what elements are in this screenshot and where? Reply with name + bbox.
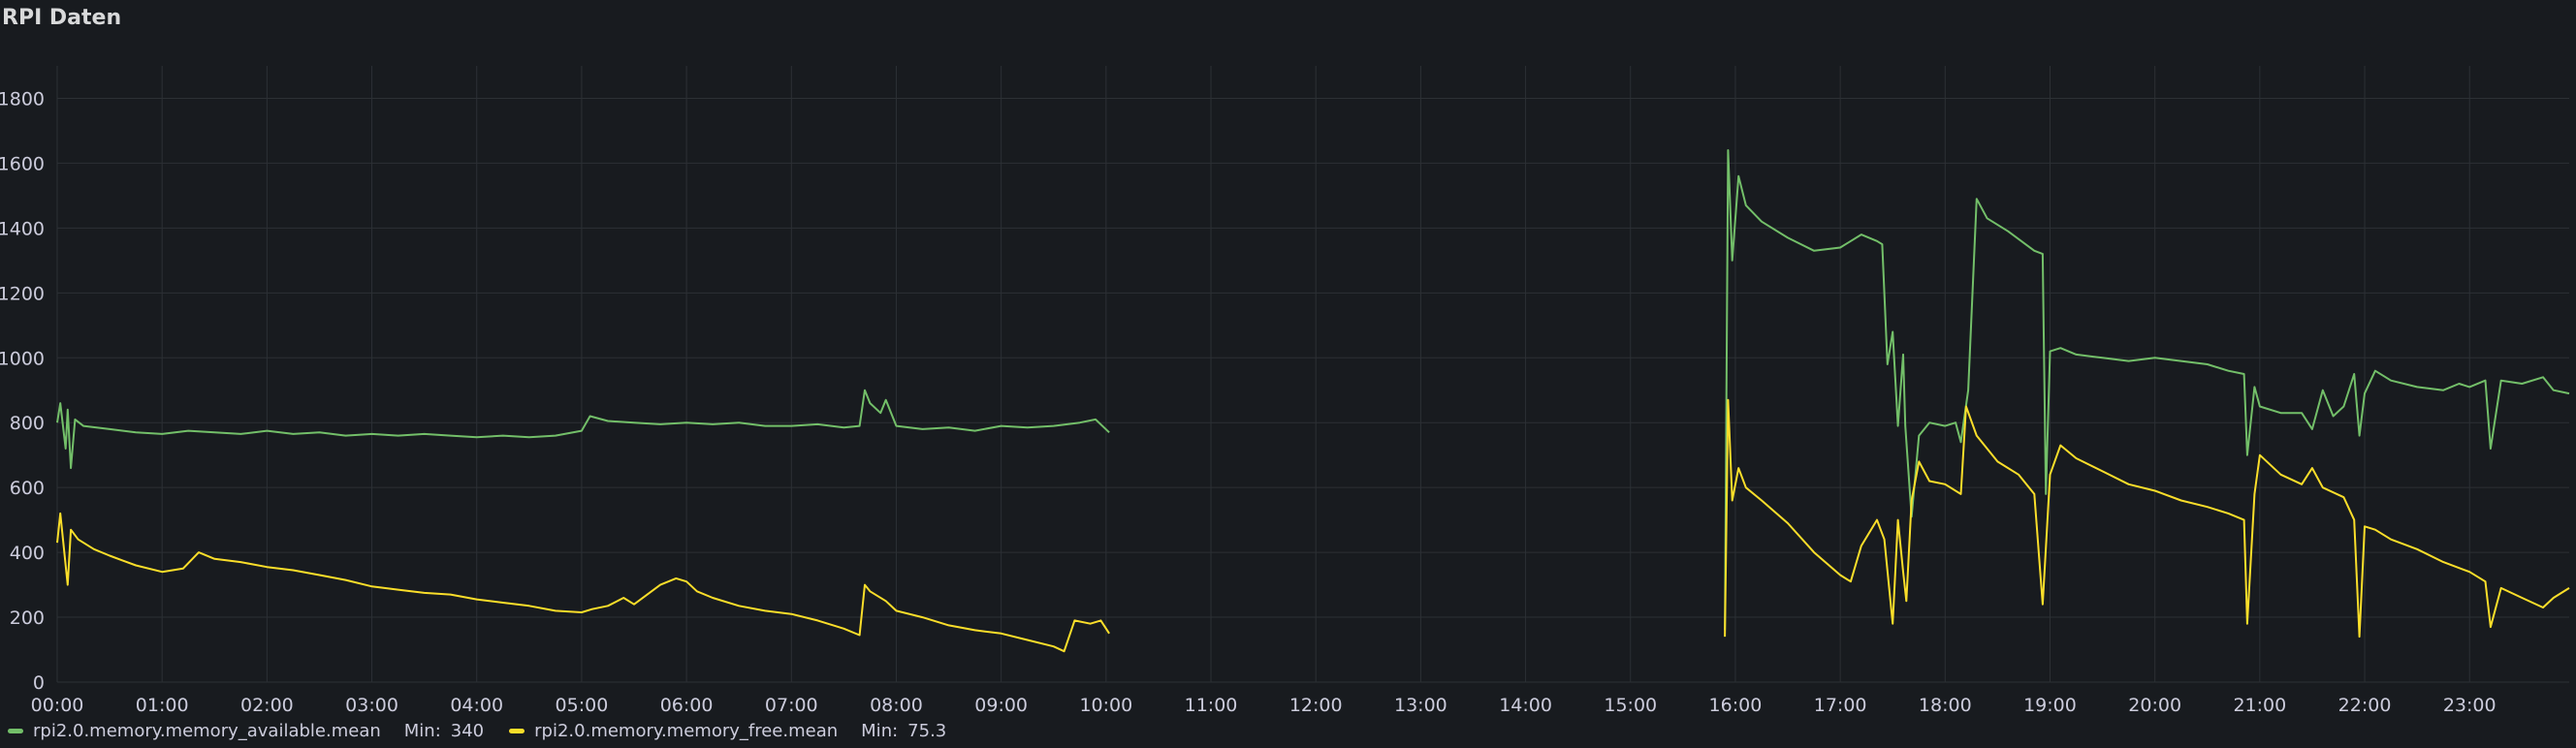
series-memory-available-segment-1[interactable] [1724,149,2570,631]
x-tick-label: 06:00 [660,695,714,716]
x-tick-label: 05:00 [556,695,609,716]
y-tick-label: 800 [10,413,45,434]
legend-swatch-memory-free [509,729,525,733]
legend-min-label: Min: [861,721,899,741]
legend-item-memory-available[interactable]: rpi2.0.memory.memory_available.mean Min:… [8,721,484,741]
legend-min-value: 75.3 [907,721,947,741]
series-memory-free-segment-1[interactable] [1724,398,2570,639]
legend-swatch-memory-available [8,729,23,733]
legend-series-name: rpi2.0.memory.memory_free.mean [534,721,839,741]
legend-item-memory-free[interactable]: rpi2.0.memory.memory_free.mean Min: 75.3 [509,721,946,741]
series-memory-free-segment-0[interactable] [56,512,1110,653]
x-tick-label: 12:00 [1289,695,1343,716]
x-tick-label: 15:00 [1604,695,1657,716]
legend: rpi2.0.memory.memory_available.mean Min:… [8,721,946,741]
x-tick-label: 00:00 [31,695,84,716]
x-tick-label: 08:00 [870,695,923,716]
x-tick-label: 21:00 [2233,695,2286,716]
y-tick-label: 0 [33,672,45,694]
x-tick-label: 22:00 [2338,695,2392,716]
y-tick-label: 200 [10,608,45,629]
y-tick-label: 400 [10,543,45,564]
x-tick-label: 03:00 [345,695,398,716]
y-axis-ticks: 0 200 400 600 800 1000 1200 1400 1600 1800 [0,88,45,694]
x-tick-label: 11:00 [1185,695,1238,716]
x-tick-label: 16:00 [1709,695,1763,716]
line-chart: 020040060080010001200140016001800 00:00 0… [0,66,2570,716]
x-tick-label: 07:00 [765,695,818,716]
legend-min-value: 340 [450,721,485,741]
x-tick-label: 01:00 [136,695,189,716]
x-tick-label: 23:00 [2443,695,2496,716]
x-tick-label: 10:00 [1079,695,1132,716]
grid [56,66,2569,683]
x-tick-label: 13:00 [1394,695,1447,716]
x-axis-ticks: 00:00 01:00 02:00 03:00 04:00 05:00 06:00 07:00… [31,695,2496,716]
y-tick-label: 600 [10,478,45,499]
x-tick-label: 17:00 [1814,695,1867,716]
y-tick-label: 1200 [0,283,45,304]
chart-panel: RPI Daten 0 200 400 600 800 1000 1200 1400 1600 1… [0,0,2576,748]
x-tick-label: 14:00 [1499,695,1552,716]
x-tick-label: 09:00 [974,695,1028,716]
x-tick-label: 02:00 [240,695,294,716]
x-tick-label: 19:00 [2023,695,2077,716]
legend-min-label: Min: [403,721,441,741]
x-tick-label: 20:00 [2128,695,2181,716]
legend-series-name: rpi2.0.memory.memory_available.mean [33,721,381,741]
y-tick-label: 1600 [0,153,45,174]
series-memory-available-segment-0[interactable] [56,389,1110,470]
x-tick-label: 04:00 [450,695,503,716]
series-lines [56,149,2570,653]
y-tick-label: 1400 [0,218,45,239]
x-tick-label: 18:00 [1919,695,1972,716]
y-tick-label: 1000 [0,348,45,369]
y-tick-label: 1800 [0,88,45,109]
